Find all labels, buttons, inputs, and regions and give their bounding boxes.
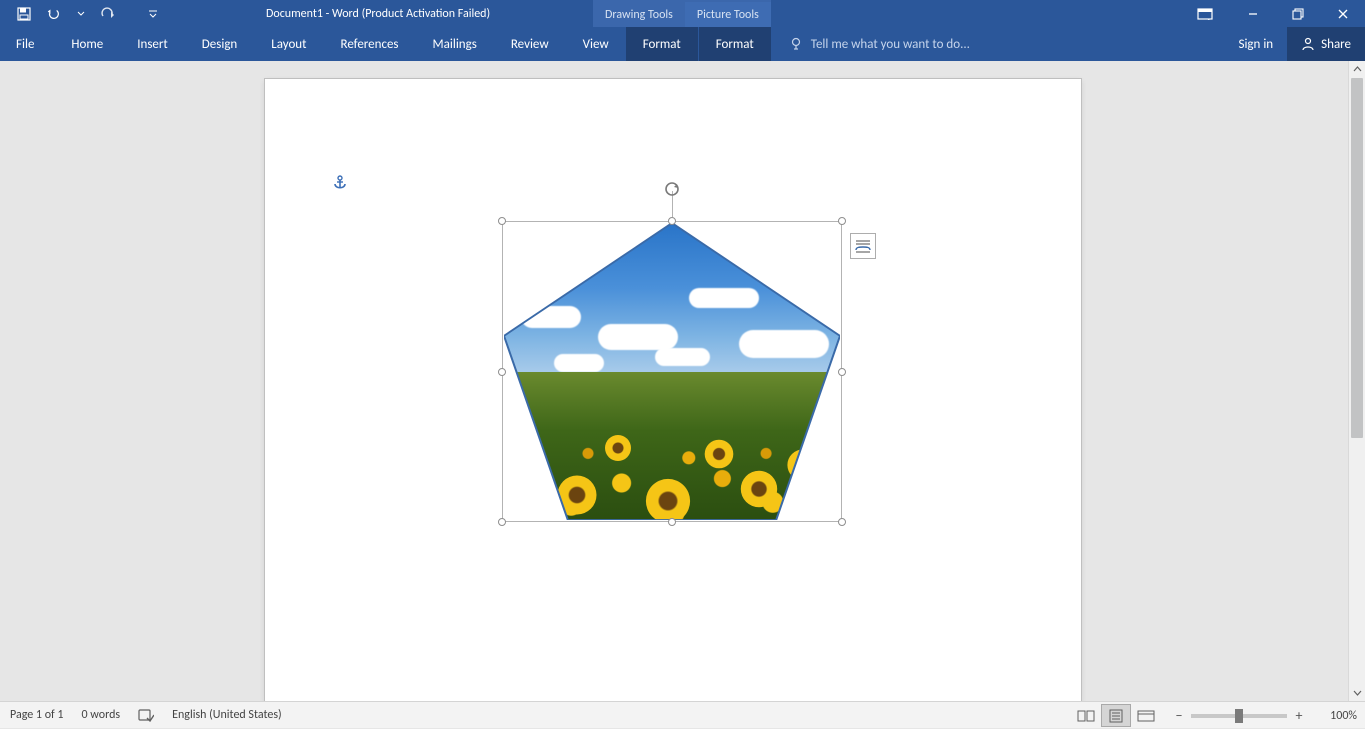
- tab-references[interactable]: References: [324, 27, 416, 61]
- window-controls: [1230, 0, 1365, 27]
- resize-handle-tl[interactable]: [498, 217, 506, 225]
- zoom-control: − + 100%: [1169, 704, 1357, 727]
- pentagon-outline: [504, 223, 840, 520]
- scroll-thumb[interactable]: [1351, 78, 1363, 438]
- sign-in-link[interactable]: Sign in: [1224, 27, 1287, 61]
- object-anchor-icon: [333, 175, 347, 196]
- layout-options-button[interactable]: [850, 233, 876, 259]
- document-workspace: [0, 61, 1365, 701]
- layout-options-icon: [854, 238, 872, 254]
- view-print-layout[interactable]: [1101, 704, 1131, 727]
- tab-mailings[interactable]: Mailings: [416, 27, 494, 61]
- qat-customize-icon[interactable]: [148, 9, 158, 19]
- share-person-icon: [1301, 37, 1315, 51]
- tab-layout[interactable]: Layout: [254, 27, 323, 61]
- rotation-handle[interactable]: [662, 179, 682, 199]
- tab-design[interactable]: Design: [185, 27, 254, 61]
- share-label: Share: [1321, 37, 1351, 52]
- undo-icon[interactable]: [46, 6, 62, 22]
- zoom-slider-thumb[interactable]: [1235, 709, 1243, 723]
- ribbon-display-options-icon[interactable]: [1185, 0, 1225, 27]
- tell-me-search[interactable]: Tell me what you want to do...: [789, 27, 970, 61]
- zoom-percent[interactable]: 100%: [1315, 709, 1357, 723]
- tab-insert[interactable]: Insert: [120, 27, 185, 61]
- status-page[interactable]: Page 1 of 1: [10, 708, 64, 722]
- undo-dropdown-icon[interactable]: [76, 9, 86, 19]
- resize-handle-tr[interactable]: [838, 217, 846, 225]
- ribbon-tabs: File Home Insert Design Layout Reference…: [0, 27, 1365, 61]
- share-button[interactable]: Share: [1287, 27, 1365, 61]
- contextual-tabs: Drawing Tools Picture Tools: [593, 0, 771, 27]
- resize-handle-l[interactable]: [498, 368, 506, 376]
- scroll-up-icon[interactable]: [1349, 61, 1365, 78]
- vertical-scrollbar[interactable]: [1348, 61, 1365, 701]
- tab-home[interactable]: Home: [54, 27, 120, 61]
- resize-handle-b[interactable]: [668, 518, 676, 526]
- minimize-button[interactable]: [1230, 0, 1275, 27]
- restore-button[interactable]: [1275, 0, 1320, 27]
- save-icon[interactable]: [16, 6, 32, 22]
- drawing-tools-label: Drawing Tools: [593, 0, 685, 27]
- status-language[interactable]: English (United States): [172, 708, 282, 722]
- resize-handle-bl[interactable]: [498, 518, 506, 526]
- view-read-mode[interactable]: [1071, 704, 1101, 727]
- tab-picture-format[interactable]: Format: [699, 27, 771, 61]
- status-bar: Page 1 of 1 0 words English (United Stat…: [0, 701, 1365, 728]
- redo-icon[interactable]: [100, 6, 116, 22]
- quick-access-toolbar: [0, 6, 158, 22]
- zoom-out-button[interactable]: −: [1169, 704, 1189, 727]
- tab-view[interactable]: View: [566, 27, 626, 61]
- resize-handle-br[interactable]: [838, 518, 846, 526]
- document-page[interactable]: [265, 79, 1081, 701]
- tell-me-placeholder: Tell me what you want to do...: [811, 37, 970, 52]
- view-web-layout[interactable]: [1131, 704, 1161, 727]
- resize-handle-t[interactable]: [668, 217, 676, 225]
- zoom-slider[interactable]: [1191, 714, 1287, 718]
- title-bar: Document1 - Word (Product Activation Fai…: [0, 0, 1365, 27]
- status-words[interactable]: 0 words: [82, 708, 121, 722]
- scroll-down-icon[interactable]: [1349, 684, 1365, 701]
- picture-tools-label: Picture Tools: [685, 0, 771, 27]
- zoom-in-button[interactable]: +: [1289, 704, 1309, 727]
- resize-handle-r[interactable]: [838, 368, 846, 376]
- tab-review[interactable]: Review: [494, 27, 566, 61]
- lightbulb-icon: [789, 37, 803, 51]
- tab-file[interactable]: File: [0, 27, 50, 61]
- document-title: Document1 - Word (Product Activation Fai…: [266, 0, 490, 27]
- tab-drawing-format[interactable]: Format: [626, 27, 698, 61]
- spelling-status-icon[interactable]: [138, 708, 154, 722]
- selected-picture-shape[interactable]: [502, 221, 842, 522]
- close-button[interactable]: [1320, 0, 1365, 27]
